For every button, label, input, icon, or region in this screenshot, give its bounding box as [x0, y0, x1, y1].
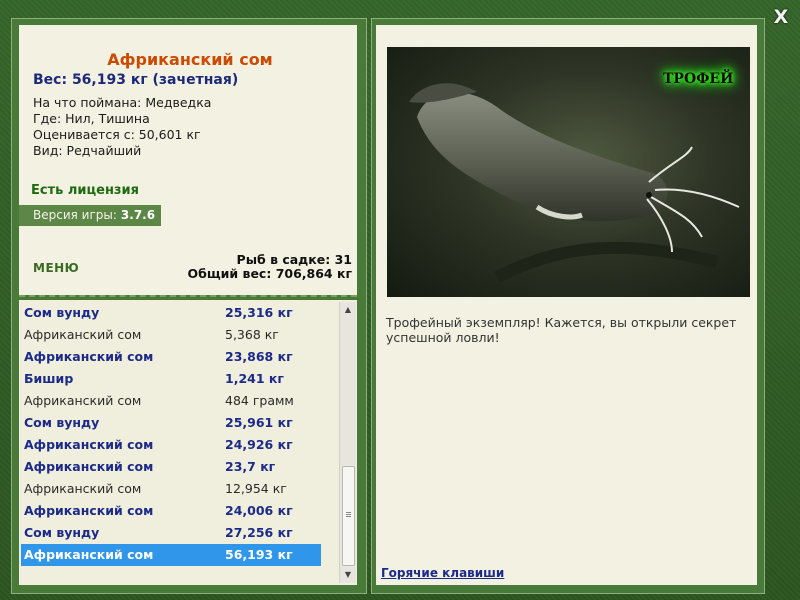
fish-info-panel: Африканский сом Вес: 56,193 кг (зачетная…	[19, 25, 357, 295]
catch-list-row[interactable]: Африканский сом 23,7 кг	[21, 456, 321, 478]
catch-fish-weight: 25,961 кг	[225, 415, 293, 430]
bait-info: На что поймана: Медведка	[33, 95, 212, 110]
catch-list-scrollbar[interactable]: ▲ ▼	[339, 302, 356, 583]
catch-fish-name: Африканский сом	[24, 459, 154, 474]
catch-fish-name: Бишир	[24, 371, 74, 386]
scroll-down-arrow-icon[interactable]: ▼	[340, 567, 356, 583]
catch-fish-name: Африканский сом	[24, 481, 142, 496]
catch-fish-name: Сом вунду	[24, 525, 100, 540]
catch-list-row[interactable]: Африканский сом 12,954 кг	[21, 478, 321, 500]
catch-fish-weight: 56,193 кг	[225, 547, 293, 562]
rarity-info: Вид: Редчайший	[33, 143, 142, 158]
catch-fish-name: Африканский сом	[24, 349, 154, 364]
hotkeys-link[interactable]: Горячие клавиши	[381, 566, 504, 580]
catch-fish-weight: 24,926 кг	[225, 437, 293, 452]
version-label: Версия игры:	[33, 208, 117, 222]
catch-list-row[interactable]: Африканский сом 484 грамм	[21, 390, 321, 412]
catch-list-row[interactable]: Африканский сом 23,868 кг	[21, 346, 321, 368]
catch-fish-name: Сом вунду	[24, 305, 100, 320]
catch-list-row[interactable]: Африканский сом 24,006 кг	[21, 500, 321, 522]
catch-fish-weight: 27,256 кг	[225, 525, 293, 540]
menu-button[interactable]: МЕНЮ	[33, 261, 79, 275]
fish-name-title: Африканский сом	[107, 50, 273, 69]
game-version-bar: Версия игры: 3.7.6	[19, 205, 161, 226]
trophy-badge: ТРОФЕЙ	[663, 71, 734, 87]
fish-photo: ТРОФЕЙ	[387, 47, 750, 297]
catch-list-row[interactable]: Африканский сом 5,368 кг	[21, 324, 321, 346]
catch-fish-name: Африканский сом	[24, 437, 154, 452]
fish-description: Трофейный экземпляр! Кажется, вы открыли…	[386, 315, 737, 345]
catch-fish-name: Сом вунду	[24, 415, 100, 430]
version-value: 3.7.6	[120, 208, 156, 222]
section-divider	[19, 295, 357, 297]
fish-weight: Вес: 56,193 кг (зачетная)	[33, 72, 239, 88]
license-status: Есть лицензия	[31, 183, 139, 198]
fish-detail-panel: ТРОФЕЙ Трофейный экземпляр! Кажется, вы …	[376, 25, 757, 585]
catch-list-row[interactable]: Сом вунду 27,256 кг	[21, 522, 321, 544]
scrollbar-thumb[interactable]	[342, 466, 355, 566]
total-weight: Общий вес: 706,864 кг	[187, 266, 353, 281]
catch-fish-name: Африканский сом	[24, 393, 142, 408]
scroll-up-arrow-icon[interactable]: ▲	[340, 302, 356, 318]
catch-fish-weight: 23,868 кг	[225, 349, 293, 364]
rated-from-info: Оценивается с: 50,601 кг	[33, 127, 201, 142]
close-button[interactable]: X	[770, 6, 792, 28]
catch-fish-name: Африканский сом	[24, 327, 142, 342]
catch-fish-weight: 5,368 кг	[225, 327, 279, 342]
catch-fish-weight: 24,006 кг	[225, 503, 293, 518]
catch-fish-weight: 1,241 кг	[225, 371, 284, 386]
catch-list-row[interactable]: Сом вунду 25,961 кг	[21, 412, 321, 434]
catch-fish-weight: 484 грамм	[225, 393, 294, 408]
catch-fish-name: Африканский сом	[24, 547, 154, 562]
catch-fish-name: Африканский сом	[24, 503, 154, 518]
location-info: Где: Нил, Тишина	[33, 111, 150, 126]
fish-in-cage-count: Рыб в садке: 31	[236, 252, 352, 267]
catch-list-row[interactable]: Сом вунду 25,316 кг	[21, 302, 321, 324]
catch-list: Сом вунду 25,316 кг Африканский сом 5,368 к…	[19, 300, 357, 585]
catch-fish-weight: 12,954 кг	[225, 481, 287, 496]
catch-list-row[interactable]: Африканский сом 24,926 кг	[21, 434, 321, 456]
catch-fish-weight: 23,7 кг	[225, 459, 276, 474]
catch-list-row[interactable]: Африканский сом 56,193 кг	[21, 544, 321, 566]
catch-list-row[interactable]: Бишир 1,241 кг	[21, 368, 321, 390]
catch-fish-weight: 25,316 кг	[225, 305, 293, 320]
